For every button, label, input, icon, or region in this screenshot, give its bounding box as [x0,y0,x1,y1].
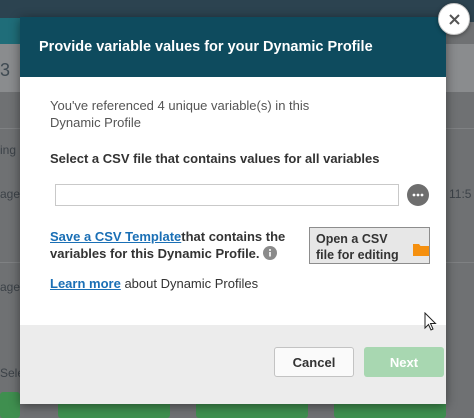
background-button [0,392,20,418]
dialog-footer: Cancel Next [20,325,446,404]
background-counter: 3 [0,60,11,80]
variable-count-text: You've referenced 4 unique variable(s) i… [50,98,310,130]
dynamic-profile-dialog: Provide variable values for your Dynamic… [20,17,446,404]
browse-file-button[interactable] [407,184,429,206]
open-csv-label: Open a CSV file for editing [316,232,399,262]
csv-file-input[interactable] [55,184,399,206]
cancel-button[interactable]: Cancel [274,347,354,377]
close-dialog-button[interactable] [438,3,470,35]
save-csv-template-link[interactable]: Save a CSV Template [50,229,181,244]
dialog-header: Provide variable values for your Dynamic… [20,17,446,77]
learn-more-text: Learn more about Dynamic Profiles [50,276,258,291]
background-text: 11:5 [449,187,472,201]
folder-icon [413,244,429,256]
next-button[interactable]: Next [364,347,444,377]
background-text: age [0,280,21,294]
background-tab [0,18,22,44]
dialog-title: Provide variable values for your Dynamic… [39,39,373,55]
background-text: age [0,187,21,201]
mouse-pointer-icon [424,312,437,331]
more-icon [412,193,424,197]
open-csv-for-editing-button[interactable]: Open a CSV file for editing [309,227,430,264]
close-icon [448,13,460,25]
info-icon[interactable] [262,246,277,260]
csv-select-label: Select a CSV file that contains values f… [50,151,380,166]
learn-more-description: about Dynamic Profiles [124,276,259,291]
csv-template-text: Save a CSV Templatethat contains the var… [50,228,300,262]
learn-more-link[interactable]: Learn more [50,276,121,291]
